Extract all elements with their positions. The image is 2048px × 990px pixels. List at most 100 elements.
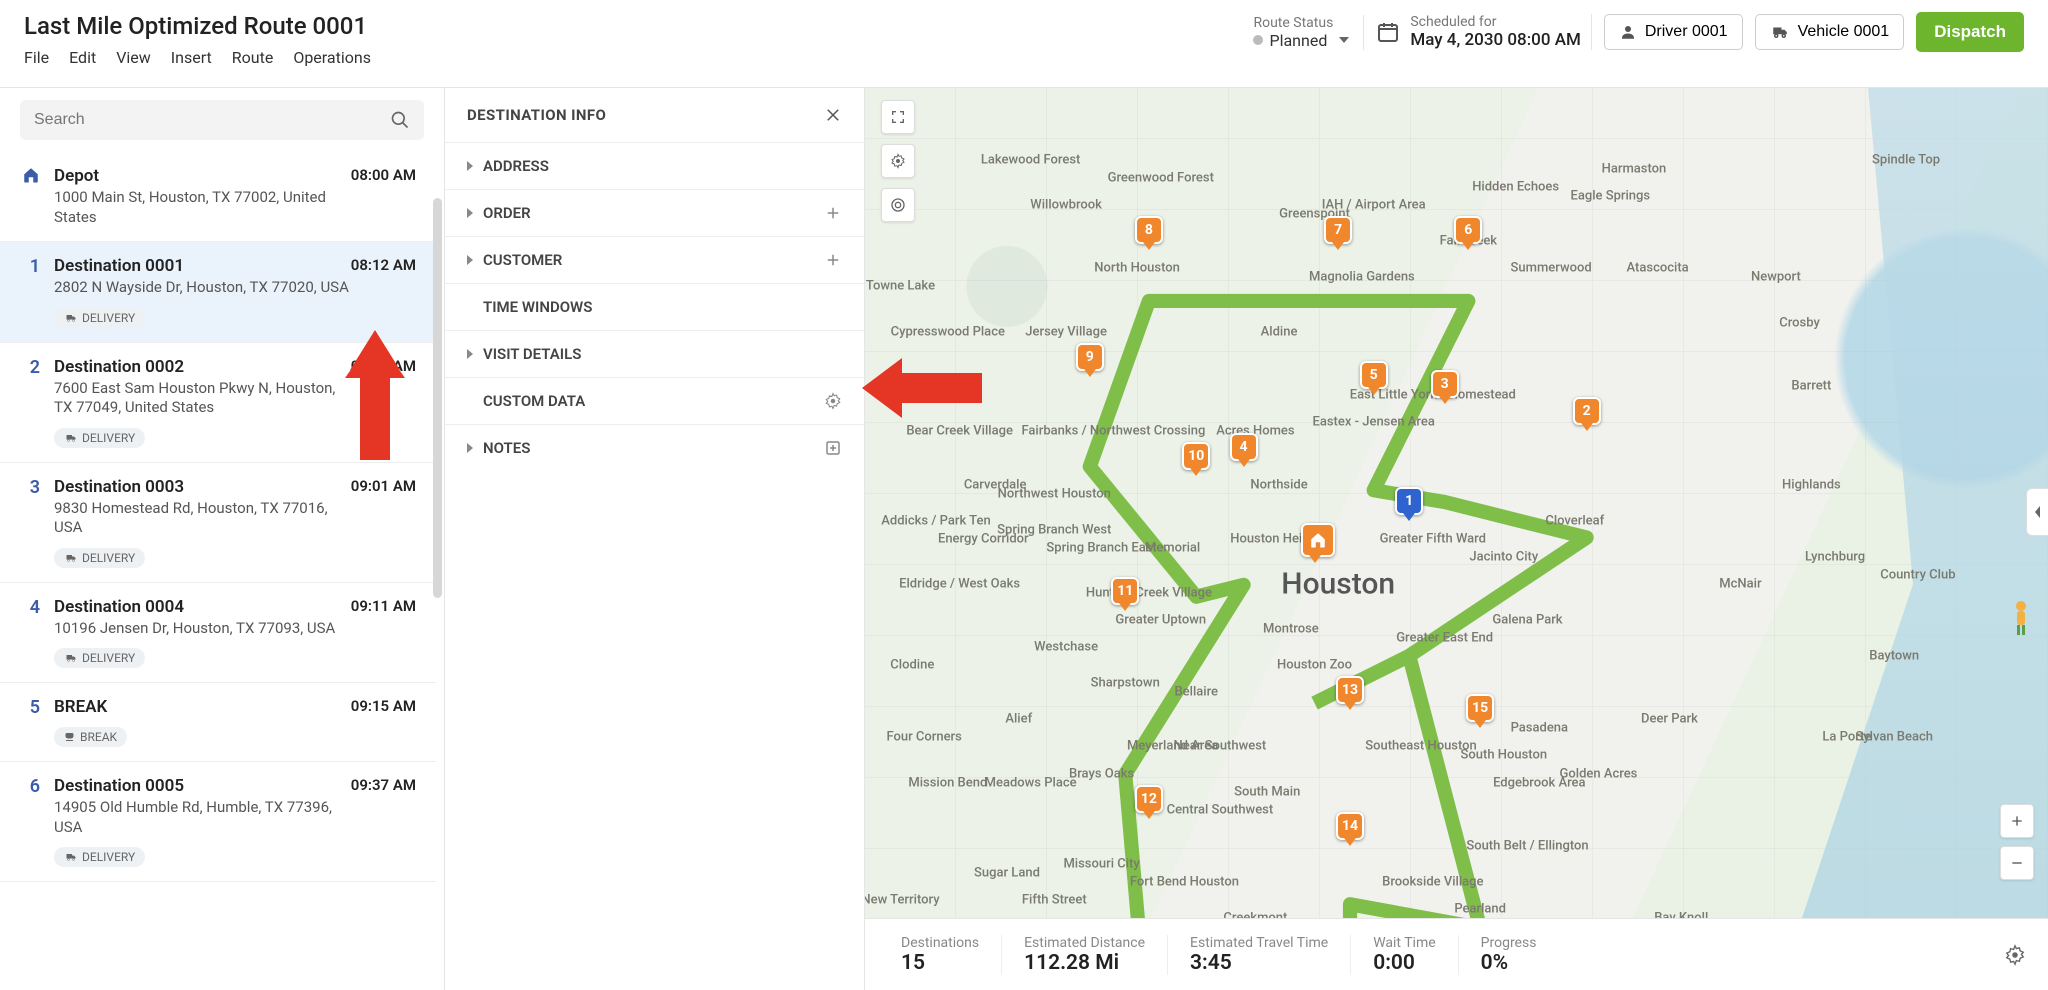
stop-tag: DELIVERY <box>54 428 145 448</box>
map-place-label: Lynchburg <box>1805 550 1865 565</box>
stat-label: Wait Time <box>1373 935 1435 951</box>
chevron-right-icon <box>467 208 473 218</box>
info-row-customer[interactable]: CUSTOMER <box>445 236 864 283</box>
stop-row[interactable]: 3Destination 00039830 Homestead Rd, Hous… <box>0 463 436 583</box>
map-place-label: IAH / Airport Area <box>1322 198 1426 213</box>
map-marker[interactable]: 10 <box>1182 442 1210 476</box>
pegman-icon[interactable] <box>2006 598 2036 638</box>
map-place-label: Southeast Houston <box>1365 739 1477 754</box>
scrollbar[interactable] <box>433 198 442 598</box>
map-place-label: Spindle Top <box>1872 153 1940 168</box>
map-marker[interactable]: 5 <box>1360 361 1388 395</box>
map-place-label: Highlands <box>1782 477 1841 492</box>
map-marker[interactable]: 8 <box>1135 216 1163 250</box>
map-marker[interactable]: 13 <box>1336 676 1364 710</box>
map-place-label: Energy Corridor <box>938 532 1029 547</box>
map-settings-button[interactable] <box>881 144 915 178</box>
stop-index: 4 <box>20 597 44 669</box>
stop-title: Destination 0003 <box>54 477 351 497</box>
destination-info-panel: DESTINATION INFO ADDRESSORDERCUSTOMERTIM… <box>445 88 865 990</box>
menu-item-operations[interactable]: Operations <box>293 48 371 67</box>
map-place-label: Crosby <box>1779 315 1820 330</box>
menu-bar: File Edit View Insert Route Operations <box>24 48 371 67</box>
map-marker-depot[interactable] <box>1301 523 1329 557</box>
fullscreen-button[interactable] <box>881 100 915 134</box>
stop-time: 09:01 AM <box>351 477 432 568</box>
map-place-label: Country Club <box>1880 568 1955 583</box>
map-marker[interactable]: 2 <box>1573 397 1601 431</box>
menu-item-route[interactable]: Route <box>232 48 274 67</box>
map-marker[interactable]: 9 <box>1076 343 1104 377</box>
close-icon[interactable] <box>824 106 842 124</box>
scheduled-for[interactable]: Scheduled for May 4, 2030 08:00 AM <box>1376 14 1592 50</box>
stop-row[interactable]: 1Destination 00012802 N Wayside Dr, Hous… <box>0 242 436 343</box>
info-row-custom-data[interactable]: CUSTOM DATA <box>445 377 864 424</box>
vehicle-button[interactable]: Vehicle 0001 <box>1755 14 1905 50</box>
map-place-label: Eastex - Jensen Area <box>1313 414 1435 429</box>
map-place-label: Missouri City <box>1063 856 1139 871</box>
search-box[interactable] <box>20 100 424 140</box>
route-status[interactable]: Route Status Planned <box>1253 15 1364 50</box>
map-marker[interactable]: 14 <box>1336 812 1364 846</box>
stop-address: 2802 N Wayside Dr, Houston, TX 77020, US… <box>54 278 351 298</box>
map-place-label: Jersey Village <box>1025 324 1107 339</box>
map-locate-button[interactable] <box>881 188 915 222</box>
home-icon <box>22 166 40 184</box>
scheduled-value: May 4, 2030 08:00 AM <box>1410 30 1581 50</box>
chevron-down-icon <box>1339 37 1349 43</box>
info-row-visit-details[interactable]: VISIT DETAILS <box>445 330 864 377</box>
info-panel-title: DESTINATION INFO <box>467 106 606 124</box>
search-icon <box>390 110 410 130</box>
map-marker[interactable]: 6 <box>1454 216 1482 250</box>
stat-label: Estimated Distance <box>1024 935 1145 951</box>
map-place-label: Hidden Echoes <box>1472 180 1559 195</box>
dispatch-button[interactable]: Dispatch <box>1916 12 2024 52</box>
search-input[interactable] <box>34 111 390 129</box>
map-place-label: Fifth Street <box>1022 892 1087 907</box>
map-place-label: Pasadena <box>1511 721 1568 736</box>
plus-icon[interactable] <box>824 204 842 222</box>
info-row-time-windows[interactable]: TIME WINDOWS <box>445 283 864 330</box>
stop-row[interactable]: 5BREAKBREAK09:15 AM <box>0 683 436 762</box>
menu-item-view[interactable]: View <box>116 48 151 67</box>
plus-icon[interactable] <box>824 251 842 269</box>
menu-item-file[interactable]: File <box>24 48 49 67</box>
map-marker[interactable]: 1 <box>1395 487 1423 521</box>
zoom-in-button[interactable] <box>2000 804 2034 838</box>
map-marker[interactable]: 4 <box>1230 433 1258 467</box>
info-row-address[interactable]: ADDRESS <box>445 142 864 189</box>
stop-address: 7600 East Sam Houston Pkwy N, Houston, T… <box>54 379 351 418</box>
footer-settings-button[interactable] <box>2004 944 2034 966</box>
driver-button[interactable]: Driver 0001 <box>1604 14 1743 50</box>
collapse-panel-button[interactable] <box>2026 488 2048 536</box>
info-row-notes[interactable]: NOTES <box>445 424 864 471</box>
stop-row[interactable]: 6Destination 000514905 Old Humble Rd, Hu… <box>0 762 436 882</box>
zoom-out-button[interactable] <box>2000 846 2034 880</box>
stop-tag: BREAK <box>54 727 127 747</box>
map-place-label: Hunters Creek Village <box>1086 586 1212 601</box>
note-add-icon[interactable] <box>824 439 842 457</box>
map-marker[interactable]: 3 <box>1431 370 1459 404</box>
stop-row[interactable]: 2Destination 00027600 East Sam Houston P… <box>0 343 436 463</box>
calendar-icon <box>1376 20 1400 44</box>
stat-destinations: Destinations15 <box>879 935 1002 975</box>
stop-row[interactable]: 4Destination 000410196 Jensen Dr, Housto… <box>0 583 436 684</box>
menu-item-edit[interactable]: Edit <box>69 48 96 67</box>
stop-title: Destination 0002 <box>54 357 351 377</box>
map-marker[interactable]: 12 <box>1135 785 1163 819</box>
stop-row[interactable]: Depot1000 Main St, Houston, TX 77002, Un… <box>0 152 436 242</box>
gear-icon[interactable] <box>824 392 842 410</box>
map-marker[interactable]: 11 <box>1111 577 1139 611</box>
stop-time: 08:00 AM <box>351 166 432 227</box>
map-place-label: Houston Zoo <box>1277 658 1352 673</box>
stops-list[interactable]: Depot1000 Main St, Houston, TX 77002, Un… <box>0 152 444 990</box>
map-marker[interactable]: 7 <box>1324 216 1352 250</box>
map-place-label: McNair <box>1719 577 1761 592</box>
map-place-label: Pearland <box>1454 901 1506 916</box>
map-marker[interactable]: 15 <box>1466 694 1494 728</box>
info-row-order[interactable]: ORDER <box>445 189 864 236</box>
map[interactable]: Lakewood ForestGreenwood ForestWillowbro… <box>865 88 2048 990</box>
chevron-right-icon <box>467 161 473 171</box>
map-place-label: South Belt / Ellington <box>1466 838 1588 853</box>
menu-item-insert[interactable]: Insert <box>171 48 212 67</box>
